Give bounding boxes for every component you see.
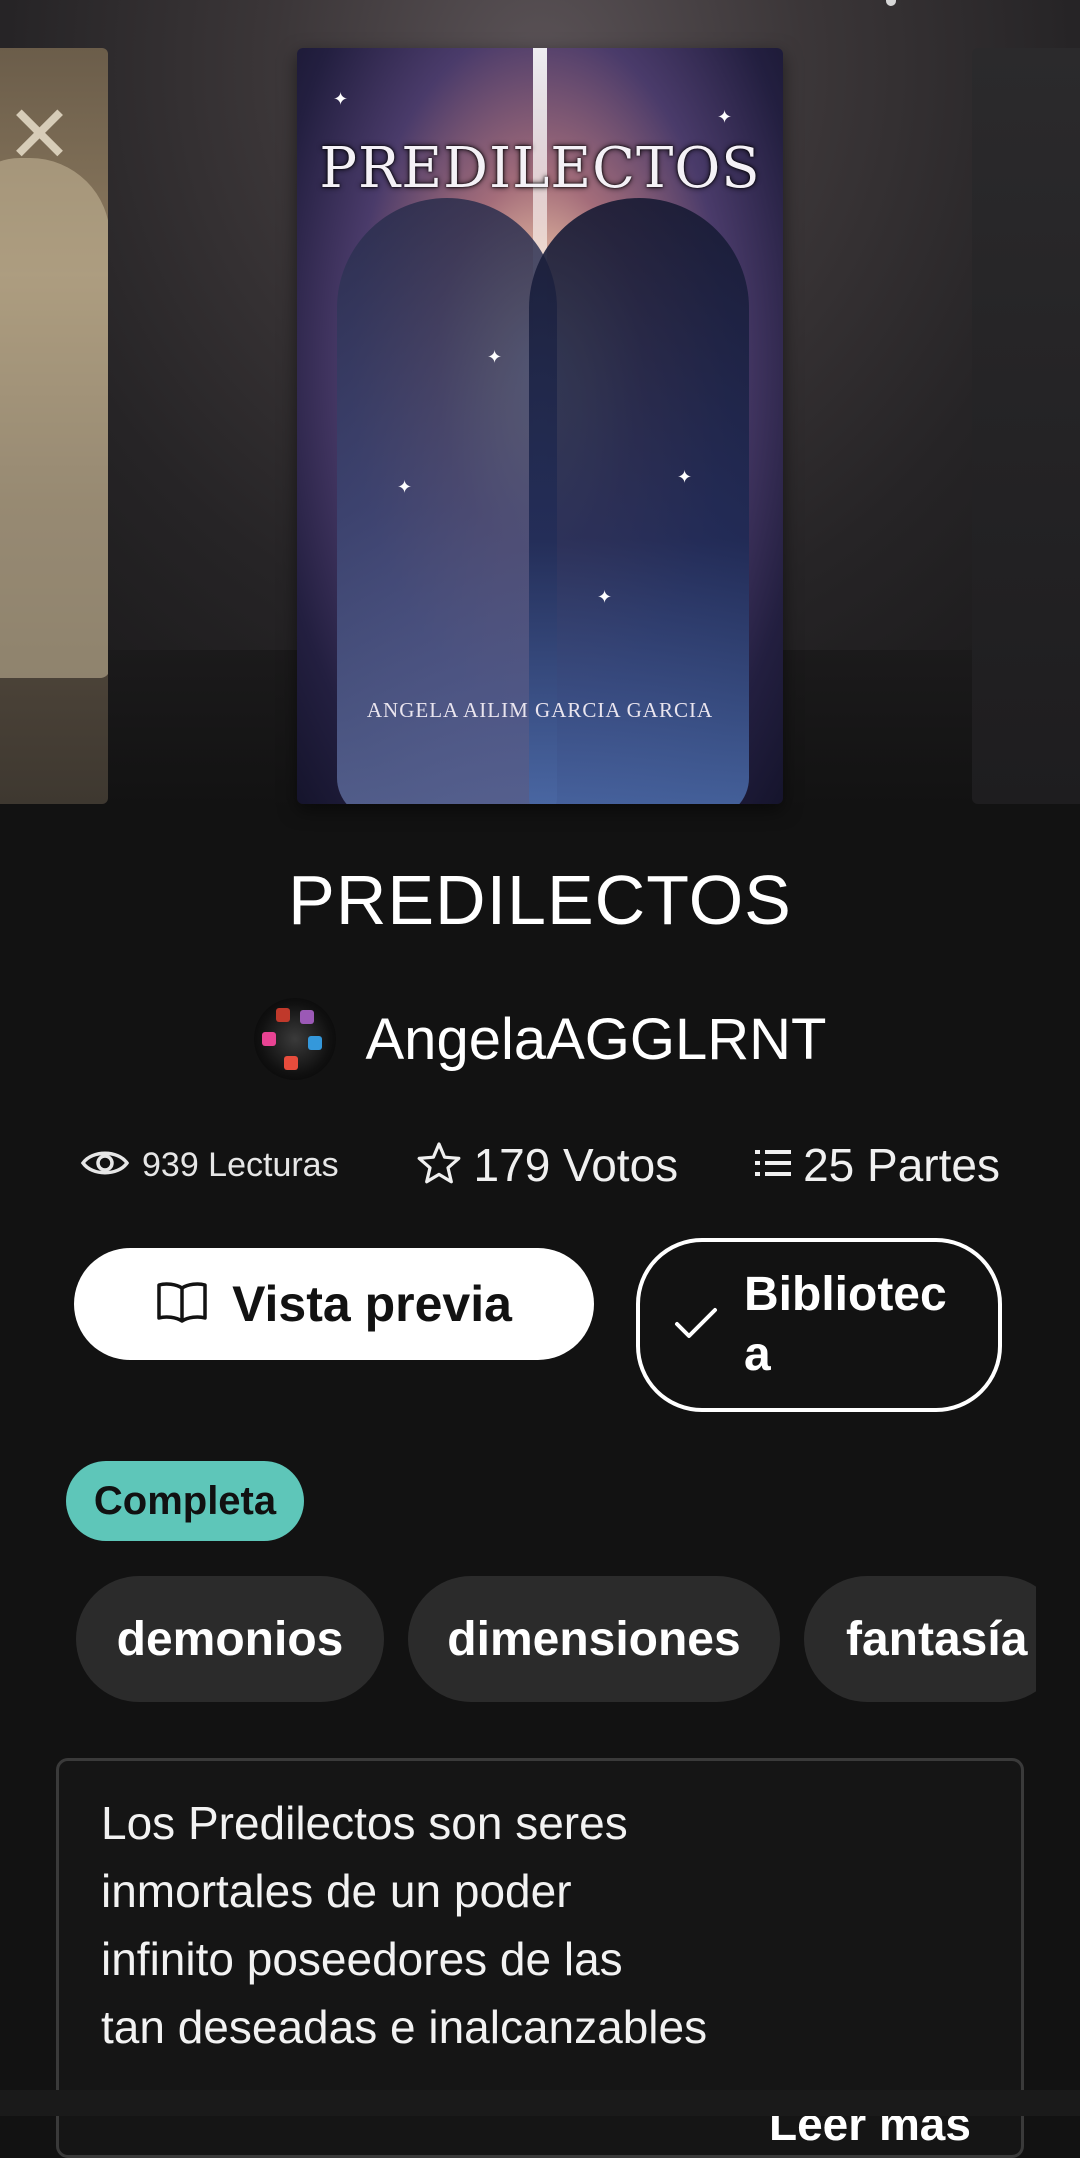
avatar-detail xyxy=(275,1008,290,1022)
stat-parts: 25 Partes xyxy=(755,1138,1000,1192)
stat-votes: 179 Votos xyxy=(416,1138,679,1192)
completion-status-badge: Completa xyxy=(66,1461,304,1541)
star-icon xyxy=(416,1140,462,1191)
story-title: PREDILECTOS xyxy=(288,861,792,939)
cover-star: ✦ xyxy=(397,477,413,497)
cover-star: ✦ xyxy=(677,467,693,487)
library-button[interactable]: Biblioteca xyxy=(636,1238,1002,1412)
avatar-detail xyxy=(299,1010,314,1024)
story-stats: 939 Lecturas 179 Votos 25 Partes xyxy=(80,1130,1000,1200)
preview-button[interactable]: Vista previa xyxy=(74,1248,594,1360)
cover-star: ✦ xyxy=(717,107,733,127)
list-icon xyxy=(755,1148,792,1183)
preview-button-label: Vista previa xyxy=(232,1276,512,1332)
cover-star: ✦ xyxy=(333,89,349,109)
author-avatar[interactable] xyxy=(253,998,336,1080)
stat-reads: 939 Lecturas xyxy=(80,1146,339,1185)
book-icon xyxy=(156,1280,208,1329)
system-navigation-bar xyxy=(0,2090,1080,2116)
eye-icon xyxy=(80,1146,130,1185)
cover-title: PREDILECTOS xyxy=(319,136,761,201)
tag-chip[interactable]: dimensiones xyxy=(408,1576,780,1702)
tags-list[interactable]: demonios dimensiones fantasía xyxy=(76,1576,1036,1702)
tag-chip[interactable]: demonios xyxy=(76,1576,384,1702)
previous-cover-letter: ✕ xyxy=(6,88,74,181)
check-icon xyxy=(674,1306,718,1345)
cover-author: ANGELA AILIM GARCIA GARCIA xyxy=(366,698,714,722)
carousel-cover-previous[interactable]: ✕ xyxy=(0,48,108,804)
description-text: Los Predilectos son seres inmortales de … xyxy=(101,1797,708,2053)
votes-count: 179 Votos xyxy=(473,1139,679,1191)
reads-count: 939 Lecturas xyxy=(142,1145,339,1184)
previous-cover-art xyxy=(0,158,108,678)
cover-star: ✦ xyxy=(487,347,503,367)
tag-chip[interactable]: fantasía xyxy=(804,1576,1036,1702)
cover-star: ✦ xyxy=(597,587,613,607)
library-button-label: Biblioteca xyxy=(744,1268,947,1381)
parts-count: 25 Partes xyxy=(803,1139,1000,1191)
avatar-detail xyxy=(283,1056,298,1070)
carousel-cover-next[interactable] xyxy=(972,48,1080,804)
carousel-cover-current[interactable]: ✦ ✦ ✦ ✦ ✦ ✦ PREDILECTOS ANGELA AILIM GAR… xyxy=(297,48,783,804)
author-name[interactable]: AngelaAGGLRNT xyxy=(366,1006,827,1073)
avatar-detail xyxy=(261,1032,276,1046)
author-row[interactable]: AngelaAGGLRNT xyxy=(0,998,1080,1080)
avatar-detail xyxy=(307,1036,322,1050)
